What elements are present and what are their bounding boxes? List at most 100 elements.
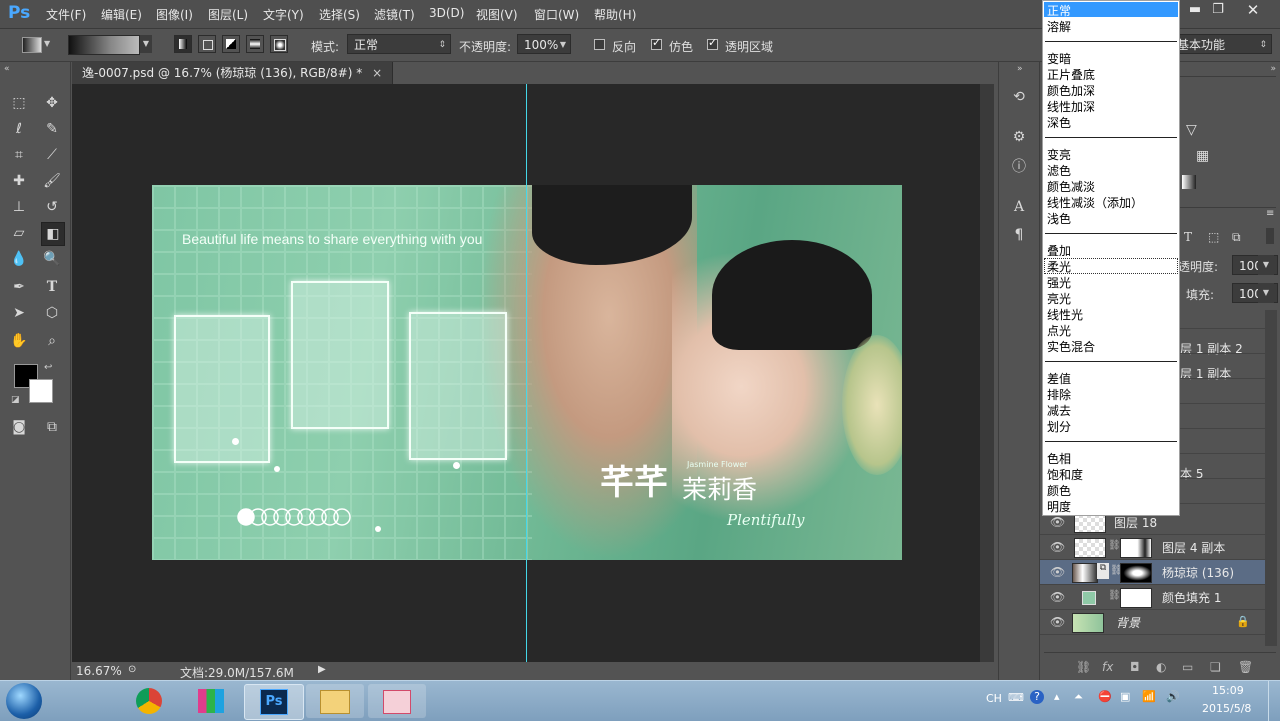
menu-type[interactable]: 文字(Y) [263, 6, 304, 23]
gradient-tool-icon[interactable] [22, 37, 42, 53]
security-icon[interactable]: ⛔ [1098, 690, 1112, 703]
gradient-picker-chevron-icon[interactable]: ▼ [140, 35, 152, 53]
paragraph-panel-icon[interactable]: ¶ [1008, 224, 1030, 246]
layer-opacity-chevron-icon[interactable]: ▼ [1258, 255, 1274, 275]
background-color-swatch[interactable] [29, 379, 53, 403]
blend-option[interactable]: 颜色减淡 [1047, 178, 1095, 195]
visibility-eye-icon[interactable]: 👁 [1050, 590, 1065, 604]
layer-name-partial[interactable]: 层 1 副本 2 [1180, 340, 1243, 357]
filter-smart-icon[interactable]: ⧉ [1232, 230, 1241, 245]
delete-layer-icon[interactable]: 🗑 [1238, 660, 1253, 674]
blend-option[interactable]: 变暗 [1047, 50, 1071, 67]
visibility-eye-icon[interactable]: 👁 [1050, 540, 1065, 554]
move-tool-icon[interactable]: ✥ [41, 92, 63, 114]
close-tab-icon[interactable]: × [372, 66, 382, 80]
layer-row[interactable]: 👁 ⛓ 颜色填充 1 [1040, 585, 1265, 610]
document-tab[interactable]: 逸-0007.psd @ 16.7% (杨琼琼 (136), RGB/8#) *… [72, 62, 394, 84]
default-colors-icon[interactable]: ◪ [11, 395, 20, 405]
help-icon[interactable]: ? [1030, 690, 1044, 704]
crop-tool-icon[interactable]: ⌗ [8, 144, 30, 166]
layer-row[interactable]: 👁 背景 🔒 [1040, 610, 1265, 635]
hand-tool-icon[interactable]: ✋ [8, 330, 30, 352]
type-tool-icon[interactable]: T [41, 276, 63, 298]
taskbar-gift-app[interactable] [368, 684, 426, 718]
blend-option[interactable]: 点光 [1047, 322, 1071, 339]
quick-mask-icon[interactable]: ◙ [8, 416, 30, 438]
layer-name-partial[interactable]: 本 5 [1180, 465, 1203, 482]
menu-edit[interactable]: 编辑(E) [101, 6, 142, 23]
blend-option[interactable]: 正片叠底 [1047, 66, 1095, 83]
network-icon[interactable]: 📶 [1142, 690, 1156, 703]
workspace-select[interactable]: 基本功能 ⇕ [1170, 34, 1272, 54]
menu-layer[interactable]: 图层(L) [208, 6, 248, 23]
blend-option[interactable]: 叠加 [1047, 242, 1071, 259]
gradient-map-adjust-icon[interactable]: ▽ [1186, 122, 1197, 138]
blend-option[interactable]: 颜色加深 [1047, 82, 1095, 99]
collapse-tools-icon[interactable]: « [4, 64, 10, 74]
character-panel-icon[interactable]: A [1008, 196, 1030, 218]
status-info-icon[interactable]: ⊙ [128, 664, 136, 675]
color-lookup-adjust-icon[interactable]: ▦ [1196, 148, 1209, 164]
shape-tool-icon[interactable]: ⬡ [41, 302, 63, 324]
close-window-icon[interactable]: ✕ [1238, 1, 1268, 19]
blend-option[interactable]: 溶解 [1047, 18, 1071, 35]
blend-option[interactable]: 浅色 [1047, 210, 1071, 227]
history-panel-icon[interactable]: ⟲ [1008, 86, 1030, 108]
taskbar-photoshop[interactable]: Ps [244, 684, 304, 720]
blend-option[interactable]: 颜色 [1047, 482, 1071, 499]
blend-option[interactable]: 色相 [1047, 450, 1071, 467]
layer-fill-chevron-icon[interactable]: ▼ [1258, 283, 1274, 303]
layer-style-icon[interactable]: fx [1102, 660, 1113, 674]
link-layers-icon[interactable]: ⛓ [1076, 660, 1091, 674]
menu-3d[interactable]: 3D(D) [429, 6, 464, 20]
new-layer-icon[interactable]: ❏ [1210, 660, 1221, 674]
history-brush-tool-icon[interactable]: ↺ [41, 196, 63, 218]
language-indicator[interactable]: CH [986, 692, 1002, 705]
blend-option[interactable]: 实色混合 [1047, 338, 1095, 355]
info-panel-icon[interactable]: ⓘ [1008, 156, 1030, 178]
clone-stamp-tool-icon[interactable]: ⊥ [8, 196, 30, 218]
blend-option[interactable]: 线性减淡（添加） [1047, 194, 1143, 211]
show-desktop-button[interactable] [1268, 681, 1280, 721]
taskbar-explorer[interactable] [306, 684, 364, 718]
blend-option[interactable]: 强光 [1047, 274, 1071, 291]
blend-option[interactable]: 正常 [1047, 2, 1071, 19]
menu-filter[interactable]: 滤镜(T) [374, 6, 415, 23]
visibility-eye-icon[interactable]: 👁 [1050, 615, 1065, 629]
eyedropper-tool-icon[interactable]: ⟋ [41, 144, 63, 166]
opacity-field[interactable]: 100% ▼ [517, 34, 571, 54]
add-mask-icon[interactable]: ◘ [1130, 660, 1140, 674]
quick-selection-tool-icon[interactable]: ✎ [41, 118, 63, 140]
adjustment-layer-icon[interactable]: ◐ [1156, 660, 1166, 674]
taskbar-chrome[interactable] [120, 684, 178, 718]
dither-checkbox[interactable] [651, 36, 662, 50]
restore-icon[interactable]: ❐ [1203, 2, 1233, 20]
guide-line[interactable] [526, 84, 527, 662]
tray-up-icon[interactable]: ⏶ [1074, 690, 1083, 704]
path-selection-tool-icon[interactable]: ➤ [8, 302, 30, 324]
layers-scrollbar[interactable] [1265, 310, 1277, 646]
pen-tool-icon[interactable]: ✒ [8, 276, 30, 298]
reverse-checkbox[interactable] [594, 39, 605, 50]
clock-time[interactable]: 15:09 [1212, 684, 1244, 697]
menu-view[interactable]: 视图(V) [476, 6, 518, 23]
tray-device-icon[interactable]: ▣ [1120, 690, 1130, 703]
volume-icon[interactable]: 🔊 [1166, 690, 1180, 703]
brush-tool-icon[interactable]: 🖌 [41, 170, 63, 192]
menu-window[interactable]: 窗口(W) [534, 6, 579, 23]
collapse-dock-icon[interactable]: » [1017, 64, 1023, 74]
artwork-image[interactable]: Beautiful life means to share everything… [152, 185, 902, 560]
blend-option[interactable]: 滤色 [1047, 162, 1071, 179]
new-group-icon[interactable]: ▭ [1182, 660, 1193, 674]
blend-option[interactable]: 变亮 [1047, 146, 1071, 163]
lasso-tool-icon[interactable]: ℓ [8, 118, 30, 140]
blend-option[interactable]: 柔光 [1047, 258, 1071, 275]
zoom-level[interactable]: 16.67% [76, 664, 122, 678]
blend-option[interactable]: 线性加深 [1047, 98, 1095, 115]
gradient-adjust-icon[interactable] [1182, 175, 1196, 189]
blend-option[interactable]: 饱和度 [1047, 466, 1083, 483]
blend-option[interactable]: 减去 [1047, 402, 1071, 419]
visibility-eye-icon[interactable]: 👁 [1050, 565, 1065, 579]
blend-option[interactable]: 排除 [1047, 386, 1071, 403]
eraser-tool-icon[interactable]: ▱ [8, 222, 30, 244]
